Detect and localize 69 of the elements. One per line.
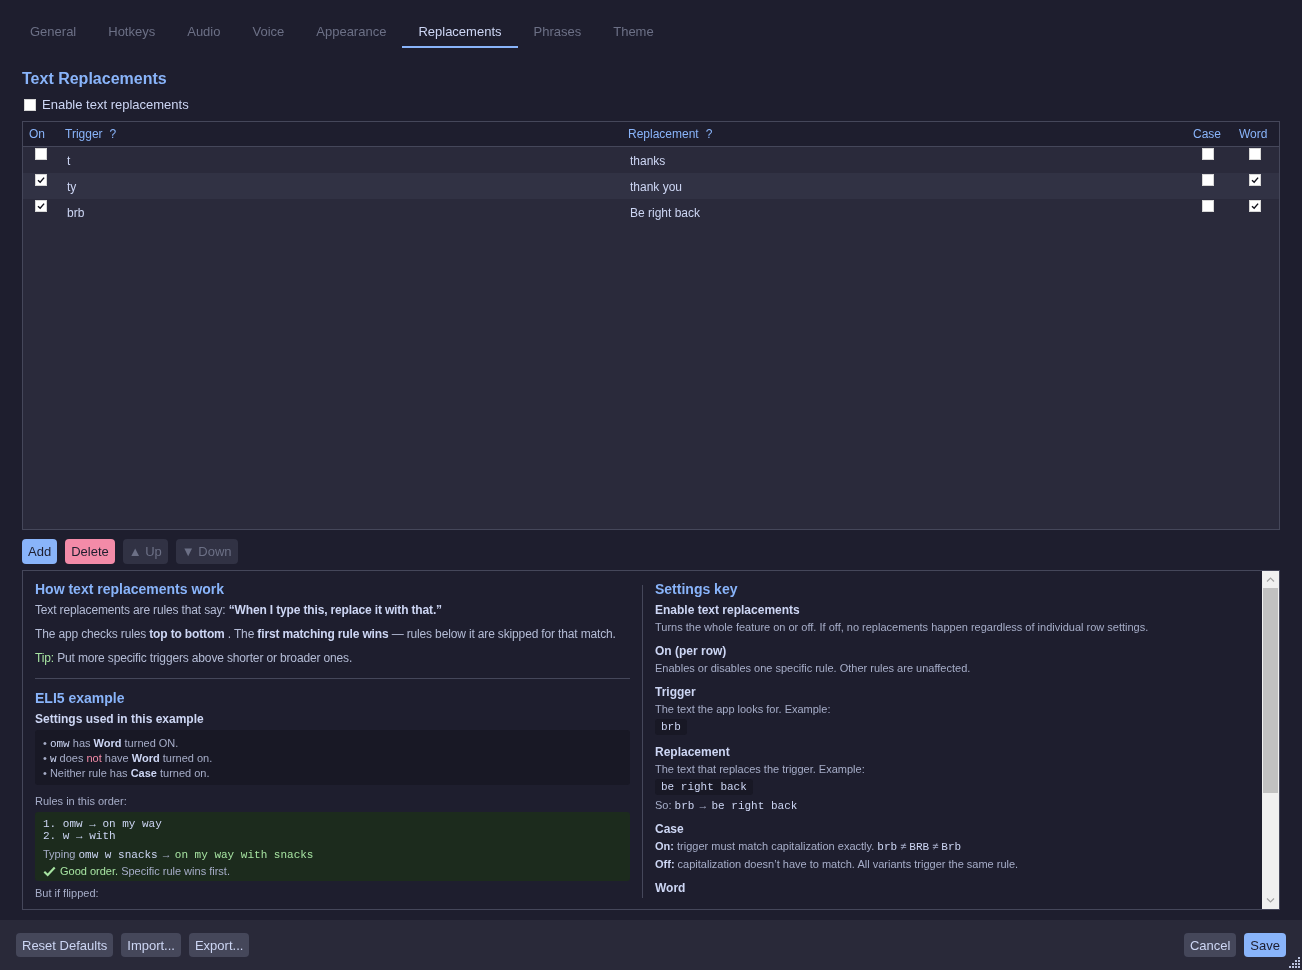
example-line: Good order. Specific rule wins first. <box>60 864 230 879</box>
table-row[interactable]: ty thank you <box>23 173 1279 199</box>
checkbox-label[interactable]: Enable text replacements <box>42 97 189 113</box>
table-cell-text: t <box>67 153 71 170</box>
list-item: • Neither rule has Case turned on. <box>43 766 210 781</box>
help-hint[interactable]: ? <box>109 126 117 142</box>
code-snippet: brb <box>655 719 687 735</box>
column-header[interactable]: On <box>29 126 45 142</box>
delete-button[interactable]: Delete <box>65 539 115 564</box>
help-hint[interactable]: ? <box>705 126 713 142</box>
description: Off: capitalization doesn’t have to match. All variants trigger the same rule. <box>655 857 1019 871</box>
column-header[interactable]: Replacement <box>628 126 699 142</box>
scrollbar-thumb[interactable] <box>1263 588 1278 793</box>
list-item: • omw has Word turned ON. <box>43 736 179 751</box>
term-label: Enable text replacements <box>655 602 800 618</box>
check-icon <box>43 865 56 877</box>
caption: But if flipped: <box>35 886 99 900</box>
term-label: Word <box>655 880 686 896</box>
table-cell-text: thanks <box>630 153 666 170</box>
term-label: Case <box>655 821 684 837</box>
description: So: brb → be right back <box>655 798 798 812</box>
caption: Rules in this order: <box>35 794 127 808</box>
checkbox[interactable] <box>35 200 47 212</box>
section-title: Text Replacements <box>22 69 167 89</box>
checkbox[interactable] <box>1249 174 1261 186</box>
scrollbar[interactable] <box>1262 571 1279 909</box>
paragraph: The app checks rules top to bottom . The first matching rule wins — rules below it are skipped for that match. <box>35 626 616 642</box>
column-header[interactable]: Trigger <box>65 126 103 142</box>
table-cell-text: ty <box>67 179 77 196</box>
description: The text the app looks for. Example: <box>655 702 831 716</box>
paragraph: Tip: Put more specific triggers above shorter or broader ones. <box>35 650 353 666</box>
code-line: 1. omw → on my way <box>43 818 162 830</box>
section-heading: How text replacements work <box>35 580 225 598</box>
table-cell-text: thank you <box>630 179 683 196</box>
save-button[interactable]: Save <box>1244 933 1286 957</box>
term-label: On (per row) <box>655 643 727 659</box>
checkbox[interactable] <box>35 174 47 186</box>
paragraph: Text replacements are rules that say: “When I type this, replace it with that.” <box>35 602 442 618</box>
description: Enables or disables one specific rule. Other rules are unaffected. <box>655 661 971 675</box>
reset-defaults-button[interactable]: Reset Defaults <box>16 933 114 957</box>
resize-grip-icon[interactable] <box>1289 957 1300 968</box>
subheading: Settings used in this example <box>35 711 204 727</box>
list-item: • w does not have Word turned on. <box>43 751 213 766</box>
add-button[interactable]: Add <box>22 539 58 564</box>
checkbox[interactable] <box>24 99 36 111</box>
term-label: Replacement <box>655 744 730 760</box>
section-heading: ELI5 example <box>35 689 125 707</box>
tab[interactable]: Replacements <box>402 16 518 48</box>
checkbox[interactable] <box>35 148 47 160</box>
export-button[interactable]: Export... <box>188 933 250 957</box>
column-header[interactable]: Word <box>1239 126 1268 142</box>
description: On: trigger must match capitalization exactly. brb ≠ BRB ≠ Brb <box>655 839 962 853</box>
cancel-button[interactable]: Cancel <box>1183 933 1237 957</box>
code-line: 2. w → with <box>43 830 116 842</box>
description: The text that replaces the trigger. Example: <box>655 762 865 776</box>
checkbox[interactable] <box>1202 200 1214 212</box>
checkbox[interactable] <box>1249 148 1261 160</box>
table-cell-text: Be right back <box>630 205 701 222</box>
import-button[interactable]: Import... <box>121 933 181 957</box>
column-header[interactable]: Case <box>1193 126 1221 142</box>
checkbox[interactable] <box>1249 200 1261 212</box>
example-line: Typing omw w snacks → on my way with snacks <box>43 847 314 862</box>
checkbox[interactable] <box>1202 174 1214 186</box>
code-snippet: be right back <box>655 779 753 795</box>
term-label: Trigger <box>655 684 696 700</box>
table-cell-text: brb <box>67 205 85 222</box>
checkbox[interactable] <box>1202 148 1214 160</box>
section-heading: Settings key <box>655 580 738 598</box>
description: Turns the whole feature on or off. If off, no replacements happen regardless of individual row settings. <box>655 620 1149 634</box>
